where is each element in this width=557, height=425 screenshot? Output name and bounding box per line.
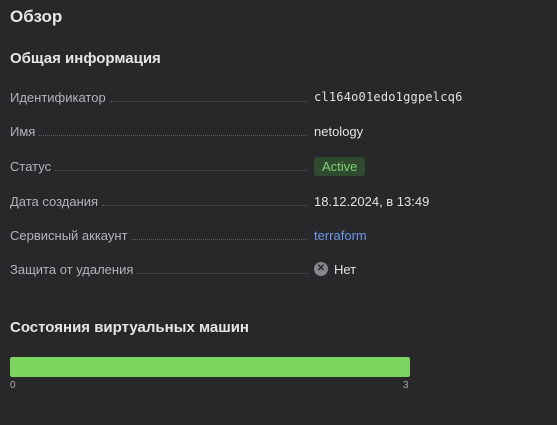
- dotted-leader: [55, 169, 308, 171]
- info-row-deletion-protection: Защита от удаления ✕ Нет: [10, 259, 550, 279]
- created-value: 18.12.2024, в 13:49: [314, 193, 430, 209]
- service-account-label: Сервисный аккаунт: [10, 227, 128, 243]
- status-badge: Active: [314, 156, 366, 176]
- info-row-id: Идентификатор cl164o01edo1ggpelcq6: [10, 87, 550, 107]
- vm-states-heading: Состояния виртуальных машин: [10, 319, 249, 336]
- dotted-leader: [39, 134, 308, 136]
- service-account-link[interactable]: terraform: [314, 228, 367, 243]
- info-row-status: Статус Active: [10, 156, 550, 176]
- dotted-leader: [131, 238, 308, 240]
- created-label: Дата создания: [10, 193, 99, 209]
- dotted-leader: [137, 272, 308, 274]
- info-row-service-account: Сервисный аккаунт terraform: [10, 225, 550, 245]
- progress-scale-max: 3: [403, 380, 409, 391]
- id-value[interactable]: cl164o01edo1ggpelcq6: [314, 87, 463, 107]
- info-row-name: Имя netology: [10, 121, 550, 141]
- deletion-protection-label: Защита от удаления: [10, 261, 134, 277]
- info-row-created: Дата создания 18.12.2024, в 13:49: [10, 191, 550, 211]
- dotted-leader: [102, 204, 308, 206]
- vm-states-progress-fill: [10, 357, 410, 377]
- dotted-leader: [109, 100, 308, 102]
- x-circle-icon: ✕: [314, 262, 328, 276]
- page-title: Обзор: [10, 7, 63, 26]
- status-label: Статус: [10, 158, 52, 174]
- deletion-protection-value: Нет: [334, 261, 357, 277]
- progress-scale-min: 0: [10, 380, 16, 391]
- vm-states-progress-bar: [10, 357, 410, 377]
- id-label: Идентификатор: [10, 89, 106, 105]
- general-info-heading: Общая информация: [10, 50, 161, 67]
- name-label: Имя: [10, 123, 36, 139]
- overview-page: Обзор Общая информация Идентификатор cl1…: [0, 0, 557, 425]
- name-value: netology: [314, 123, 364, 139]
